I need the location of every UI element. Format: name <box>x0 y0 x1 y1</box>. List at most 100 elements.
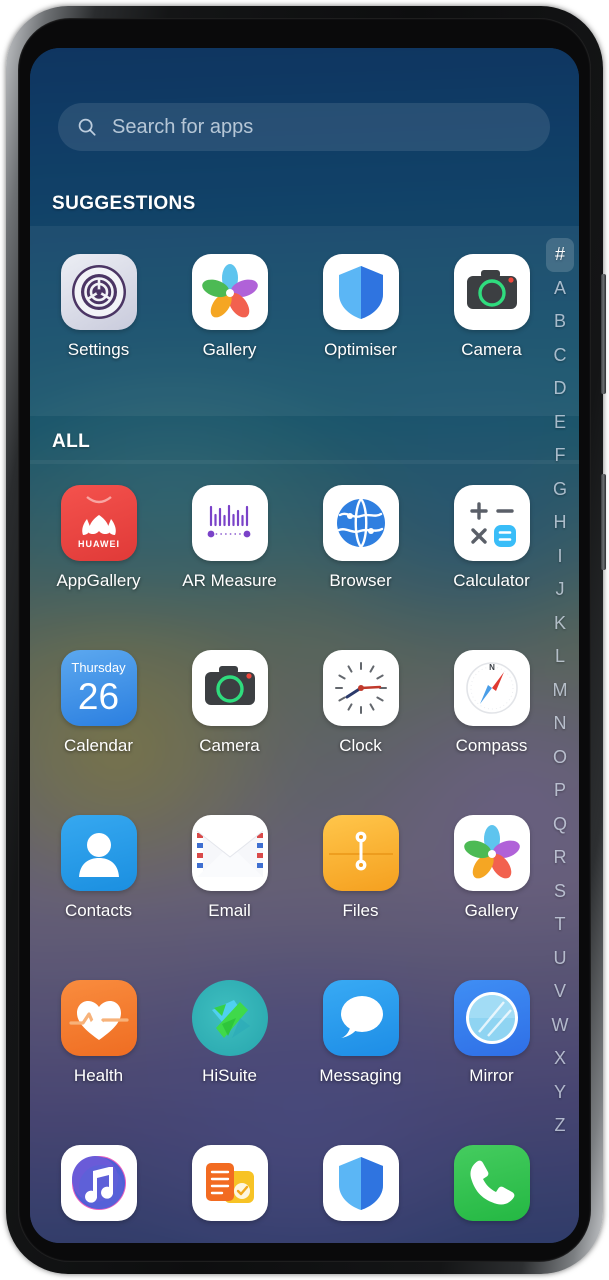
index-letter-O[interactable]: O <box>546 741 574 775</box>
shield-icon <box>322 254 399 330</box>
index-letter-B[interactable]: B <box>546 305 574 339</box>
app-notepad[interactable] <box>167 1145 292 1231</box>
contacts-person-icon <box>60 815 137 891</box>
app-browser[interactable]: Browser <box>298 485 423 591</box>
clock-icon <box>322 650 399 726</box>
camera-icon <box>191 650 268 726</box>
app-mirror[interactable]: Mirror <box>429 980 554 1086</box>
app-camera-suggestion[interactable]: Camera <box>429 254 554 360</box>
app-optimiser[interactable] <box>298 1145 423 1231</box>
calculator-icon <box>453 485 530 561</box>
suggestions-row: Settings Gallery Optimiser Camera <box>30 254 579 360</box>
app-phone[interactable] <box>429 1145 554 1231</box>
settings-gear-icon <box>60 254 137 330</box>
app-label: Mirror <box>469 1066 514 1085</box>
index-letter-Q[interactable]: Q <box>546 808 574 842</box>
app-label: HiSuite <box>202 1066 257 1085</box>
index-letter-Y[interactable]: Y <box>546 1076 574 1110</box>
app-ar-measure[interactable]: AR Measure <box>167 485 292 591</box>
all-row-2: Thursday 26 Calendar Camera Clock N Comp… <box>30 650 579 756</box>
email-envelope-icon <box>191 815 268 891</box>
volume-button[interactable] <box>601 274 606 394</box>
phone-frame: Search for apps SUGGESTIONS ALL Settings… <box>6 6 606 1274</box>
search-icon <box>78 118 96 136</box>
app-gallery[interactable]: Gallery <box>429 815 554 921</box>
index-letter-C[interactable]: C <box>546 339 574 373</box>
app-label: AR Measure <box>182 571 277 590</box>
all-row-1: HUAWEI AppGallery AR Measure Browser Cal… <box>30 485 579 591</box>
index-letter-I[interactable]: I <box>546 540 574 574</box>
app-health[interactable]: Health <box>36 980 161 1086</box>
app-label: Email <box>208 901 251 920</box>
app-calendar[interactable]: Thursday 26 Calendar <box>36 650 161 756</box>
app-email[interactable]: Email <box>167 815 292 921</box>
app-label: Calculator <box>453 571 530 590</box>
app-optimiser-suggestion[interactable]: Optimiser <box>298 254 423 360</box>
app-messaging[interactable]: Messaging <box>298 980 423 1086</box>
app-gallery-suggestion[interactable]: Gallery <box>167 254 292 360</box>
index-letter-K[interactable]: K <box>546 607 574 641</box>
index-letter-Z[interactable]: Z <box>546 1109 574 1143</box>
alphabet-index-bar[interactable]: # A B C D E F G H I J K L M N O P Q R S T U V W X Y Z <box>545 238 575 1143</box>
health-heart-icon <box>60 980 137 1056</box>
gallery-flower-icon <box>191 254 268 330</box>
suggestions-header: SUGGESTIONS <box>52 193 196 214</box>
gallery-flower-icon <box>453 815 530 891</box>
calendar-day: 26 <box>77 676 120 717</box>
phone-screen: Search for apps SUGGESTIONS ALL Settings… <box>30 48 579 1243</box>
index-letter-U[interactable]: U <box>546 942 574 976</box>
app-calculator[interactable]: Calculator <box>429 485 554 591</box>
notepad-icon <box>191 1145 268 1221</box>
index-letter-G[interactable]: G <box>546 473 574 507</box>
index-letter-E[interactable]: E <box>546 406 574 440</box>
app-compass[interactable]: N Compass <box>429 650 554 756</box>
files-folder-icon <box>322 815 399 891</box>
app-label: Browser <box>329 571 392 590</box>
index-letter-H[interactable]: H <box>546 506 574 540</box>
index-letter-A[interactable]: A <box>546 272 574 306</box>
huawei-appgallery-icon: HUAWEI <box>60 485 137 561</box>
app-music[interactable] <box>36 1145 161 1231</box>
app-camera[interactable]: Camera <box>167 650 292 756</box>
messaging-bubble-icon <box>322 980 399 1056</box>
index-letter-S[interactable]: S <box>546 875 574 909</box>
app-clock[interactable]: Clock <box>298 650 423 756</box>
app-label: Clock <box>339 736 382 755</box>
app-appgallery[interactable]: HUAWEI AppGallery <box>36 485 161 591</box>
search-input[interactable]: Search for apps <box>58 103 550 151</box>
app-label: Calendar <box>64 736 133 755</box>
all-header: ALL <box>52 431 91 452</box>
index-letter-hash[interactable]: # <box>546 238 574 272</box>
svg-text:HUAWEI: HUAWEI <box>78 539 120 549</box>
index-letter-T[interactable]: T <box>546 908 574 942</box>
app-files[interactable]: Files <box>298 815 423 921</box>
globe-browser-icon <box>322 485 399 561</box>
app-hisuite[interactable]: HiSuite <box>167 980 292 1086</box>
index-letter-F[interactable]: F <box>546 439 574 473</box>
index-letter-L[interactable]: L <box>546 640 574 674</box>
index-letter-J[interactable]: J <box>546 573 574 607</box>
power-button[interactable] <box>601 474 606 570</box>
index-letter-V[interactable]: V <box>546 975 574 1009</box>
index-letter-M[interactable]: M <box>546 674 574 708</box>
app-settings[interactable]: Settings <box>36 254 161 360</box>
app-label: Camera <box>461 340 522 359</box>
index-letter-N[interactable]: N <box>546 707 574 741</box>
all-band-divider <box>30 460 579 464</box>
index-letter-P[interactable]: P <box>546 774 574 808</box>
app-label: Health <box>73 1066 124 1085</box>
app-label: Files <box>342 901 379 920</box>
index-letter-X[interactable]: X <box>546 1042 574 1076</box>
music-note-icon <box>60 1145 137 1221</box>
hisuite-icon <box>191 980 268 1056</box>
compass-north-label: N <box>489 663 495 672</box>
index-letter-D[interactable]: D <box>546 372 574 406</box>
app-label: Contacts <box>64 901 133 920</box>
all-row-3: Contacts Email Files Gallery <box>30 815 579 921</box>
app-label: Settings <box>67 340 130 359</box>
index-letter-W[interactable]: W <box>546 1009 574 1043</box>
app-contacts[interactable]: Contacts <box>36 815 161 921</box>
ar-measure-icon <box>191 485 268 561</box>
index-letter-R[interactable]: R <box>546 841 574 875</box>
camera-icon <box>453 254 530 330</box>
